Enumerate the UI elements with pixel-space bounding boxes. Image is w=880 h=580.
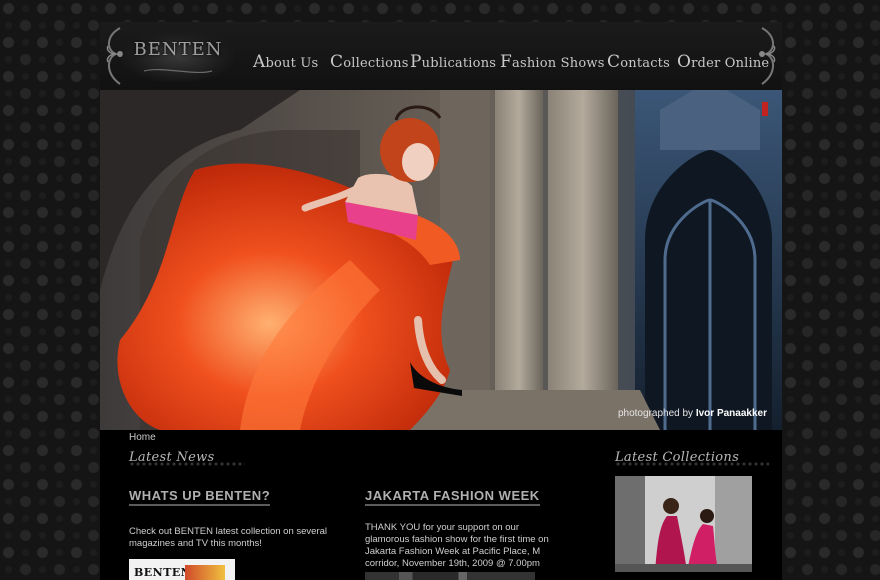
nav-order-online[interactable]: Order Online bbox=[677, 52, 769, 72]
magazine-thumbnail-text: BENTEN bbox=[134, 566, 192, 579]
hero-banner: photographed by Ivor Panaakker bbox=[100, 90, 782, 430]
event-photo-strip[interactable] bbox=[365, 572, 535, 580]
nav-contacts[interactable]: Contacts bbox=[607, 52, 670, 72]
nav-publications[interactable]: Publications bbox=[410, 52, 496, 72]
news-body-jakarta-fashion-week: THANK YOU for your support on our glamor… bbox=[365, 522, 549, 569]
magazine-cover-image bbox=[185, 565, 225, 580]
magazine-thumbnail[interactable]: BENTEN bbox=[129, 559, 235, 580]
nav-fashion-shows[interactable]: Fashion Shows bbox=[500, 52, 605, 72]
nav-about-us[interactable]: About Us bbox=[253, 52, 318, 72]
site-container: BENTEN About Us Collections Publications… bbox=[100, 22, 782, 580]
news-body-whats-up-benten: Check out BENTEN latest collection on se… bbox=[129, 526, 328, 549]
latest-collections-heading: Latest Collections bbox=[615, 450, 770, 467]
logo-text: BENTEN bbox=[133, 39, 223, 60]
collection-photo bbox=[615, 476, 752, 572]
news-title-whats-up-benten[interactable]: WHATS UP BENTEN? bbox=[129, 488, 271, 506]
benten-logo[interactable]: BENTEN bbox=[122, 30, 234, 82]
breadcrumb-home[interactable]: Home bbox=[129, 432, 156, 443]
latest-news-heading: Latest News bbox=[129, 450, 244, 467]
header: BENTEN About Us Collections Publications… bbox=[100, 22, 782, 90]
latest-collection-thumbnail[interactable] bbox=[615, 476, 752, 572]
logo-swash-ornament bbox=[143, 68, 213, 74]
nav-collections[interactable]: Collections bbox=[330, 52, 409, 72]
photo-credit-prefix: photographed by bbox=[617, 408, 694, 419]
hero-photo bbox=[100, 90, 782, 430]
news-title-jakarta-fashion-week[interactable]: JAKARTA FASHION WEEK bbox=[365, 488, 540, 506]
photo-credit: photographed by Ivor Panaakker bbox=[618, 408, 767, 419]
photographer-name: Ivor Panaakker bbox=[695, 408, 767, 419]
